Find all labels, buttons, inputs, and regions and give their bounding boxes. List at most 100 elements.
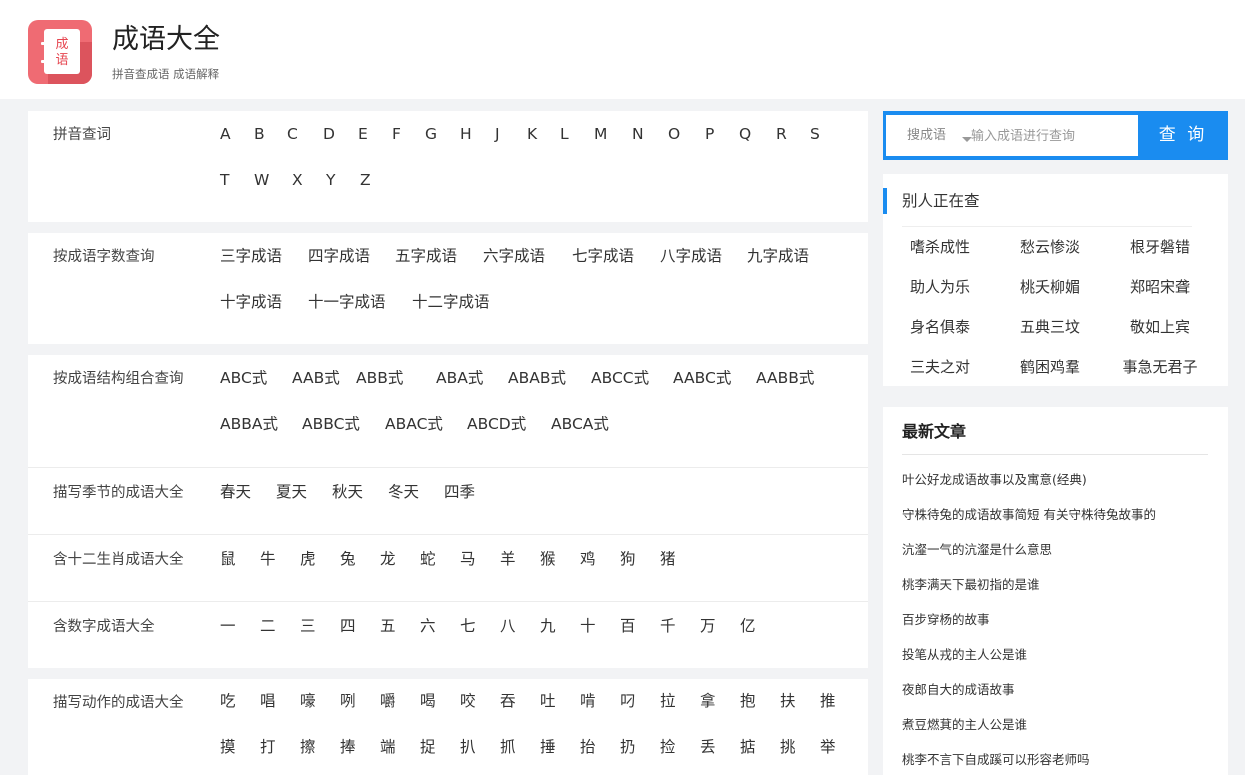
pinyin-link[interactable]: W bbox=[254, 169, 269, 191]
structure-link[interactable]: ABCA式 bbox=[551, 413, 609, 435]
action-link[interactable]: 咧 bbox=[340, 690, 356, 712]
structure-link[interactable]: ABCD式 bbox=[467, 413, 526, 435]
hot-idiom-link[interactable]: 助人为乐 bbox=[885, 276, 995, 298]
hot-idiom-link[interactable]: 鹤困鸡羣 bbox=[995, 356, 1105, 378]
action-link[interactable]: 嚼 bbox=[380, 690, 396, 712]
action-link[interactable]: 丢 bbox=[700, 736, 716, 758]
search-button[interactable]: 查 询 bbox=[1138, 115, 1228, 156]
article-link[interactable]: 夜郎自大的成语故事 bbox=[902, 681, 1212, 699]
action-link[interactable]: 嚎 bbox=[300, 690, 316, 712]
site-logo[interactable]: 成 语 bbox=[28, 20, 92, 84]
count-link[interactable]: 十二字成语 bbox=[412, 291, 490, 313]
action-link[interactable]: 吞 bbox=[500, 690, 516, 712]
hot-idiom-link[interactable]: 愁云惨淡 bbox=[995, 236, 1105, 258]
zodiac-link[interactable]: 狗 bbox=[620, 548, 636, 570]
pinyin-link[interactable]: K bbox=[527, 123, 537, 145]
action-link[interactable]: 打 bbox=[260, 736, 276, 758]
article-link[interactable]: 桃李不言下自成蹊可以形容老师吗 bbox=[902, 751, 1212, 769]
action-link[interactable]: 吐 bbox=[540, 690, 556, 712]
hot-idiom-link[interactable]: 身名俱泰 bbox=[885, 316, 995, 338]
structure-link[interactable]: ABAC式 bbox=[385, 413, 443, 435]
pinyin-link[interactable]: X bbox=[292, 169, 303, 191]
number-link[interactable]: 五 bbox=[380, 615, 396, 637]
pinyin-link[interactable]: E bbox=[358, 123, 368, 145]
action-link[interactable]: 扶 bbox=[780, 690, 796, 712]
site-title[interactable]: 成语大全 bbox=[112, 22, 220, 58]
zodiac-link[interactable]: 兔 bbox=[340, 548, 356, 570]
zodiac-link[interactable]: 马 bbox=[460, 548, 476, 570]
zodiac-link[interactable]: 猪 bbox=[660, 548, 676, 570]
action-link[interactable]: 端 bbox=[380, 736, 396, 758]
number-link[interactable]: 四 bbox=[340, 615, 356, 637]
action-link[interactable]: 抬 bbox=[580, 736, 596, 758]
action-link[interactable]: 捶 bbox=[540, 736, 556, 758]
action-link[interactable]: 捉 bbox=[420, 736, 436, 758]
zodiac-link[interactable]: 龙 bbox=[380, 548, 396, 570]
action-link[interactable]: 捡 bbox=[660, 736, 676, 758]
pinyin-link[interactable]: F bbox=[392, 123, 401, 145]
number-link[interactable]: 十 bbox=[580, 615, 596, 637]
number-link[interactable]: 千 bbox=[660, 615, 676, 637]
count-link[interactable]: 四字成语 bbox=[308, 245, 370, 267]
structure-link[interactable]: ABA式 bbox=[436, 367, 483, 389]
article-link[interactable]: 守株待兔的成语故事简短 有关守株待兔故事的 bbox=[902, 506, 1212, 524]
count-link[interactable]: 六字成语 bbox=[483, 245, 545, 267]
number-link[interactable]: 一 bbox=[220, 615, 236, 637]
zodiac-link[interactable]: 虎 bbox=[300, 548, 316, 570]
article-link[interactable]: 叶公好龙成语故事以及寓意(经典) bbox=[902, 471, 1212, 489]
structure-link[interactable]: AABB式 bbox=[756, 367, 814, 389]
number-link[interactable]: 七 bbox=[460, 615, 476, 637]
search-type-select[interactable]: 搜成语 bbox=[907, 127, 946, 144]
zodiac-link[interactable]: 猴 bbox=[540, 548, 556, 570]
number-link[interactable]: 百 bbox=[620, 615, 636, 637]
action-link[interactable]: 摸 bbox=[220, 736, 236, 758]
season-link[interactable]: 四季 bbox=[444, 481, 475, 503]
search-input[interactable] bbox=[971, 124, 1131, 148]
pinyin-link[interactable]: D bbox=[323, 123, 335, 145]
action-link[interactable]: 扒 bbox=[460, 736, 476, 758]
action-link[interactable]: 唱 bbox=[260, 690, 276, 712]
pinyin-link[interactable]: P bbox=[705, 123, 714, 145]
zodiac-link[interactable]: 蛇 bbox=[420, 548, 436, 570]
number-link[interactable]: 八 bbox=[500, 615, 516, 637]
article-link[interactable]: 百步穿杨的故事 bbox=[902, 611, 1212, 629]
structure-link[interactable]: ABBC式 bbox=[302, 413, 360, 435]
pinyin-link[interactable]: M bbox=[594, 123, 607, 145]
article-link[interactable]: 沆瀣一气的沆瀣是什么意思 bbox=[902, 541, 1212, 559]
action-link[interactable]: 拉 bbox=[660, 690, 676, 712]
structure-link[interactable]: ABC式 bbox=[220, 367, 267, 389]
pinyin-link[interactable]: N bbox=[632, 123, 644, 145]
article-link[interactable]: 煮豆燃萁的主人公是谁 bbox=[902, 716, 1212, 734]
count-link[interactable]: 十字成语 bbox=[220, 291, 282, 313]
zodiac-link[interactable]: 牛 bbox=[260, 548, 276, 570]
number-link[interactable]: 二 bbox=[260, 615, 276, 637]
count-link[interactable]: 八字成语 bbox=[660, 245, 722, 267]
structure-link[interactable]: ABAB式 bbox=[508, 367, 566, 389]
action-link[interactable]: 挑 bbox=[780, 736, 796, 758]
action-link[interactable]: 捧 bbox=[340, 736, 356, 758]
hot-idiom-link[interactable]: 五典三坟 bbox=[995, 316, 1105, 338]
zodiac-link[interactable]: 鼠 bbox=[220, 548, 236, 570]
pinyin-link[interactable]: H bbox=[460, 123, 472, 145]
pinyin-link[interactable]: C bbox=[287, 123, 298, 145]
pinyin-link[interactable]: G bbox=[425, 123, 437, 145]
number-link[interactable]: 六 bbox=[420, 615, 436, 637]
hot-idiom-link[interactable]: 敬如上宾 bbox=[1105, 316, 1215, 338]
action-link[interactable]: 啃 bbox=[580, 690, 596, 712]
pinyin-link[interactable]: O bbox=[668, 123, 680, 145]
hot-idiom-link[interactable]: 嗜杀成性 bbox=[885, 236, 995, 258]
structure-link[interactable]: AABC式 bbox=[673, 367, 731, 389]
pinyin-link[interactable]: S bbox=[810, 123, 820, 145]
action-link[interactable]: 喝 bbox=[420, 690, 436, 712]
zodiac-link[interactable]: 羊 bbox=[500, 548, 516, 570]
count-link[interactable]: 九字成语 bbox=[747, 245, 809, 267]
number-link[interactable]: 九 bbox=[540, 615, 556, 637]
structure-link[interactable]: AAB式 bbox=[292, 367, 340, 389]
hot-idiom-link[interactable]: 桃夭柳媚 bbox=[995, 276, 1105, 298]
pinyin-link[interactable]: R bbox=[776, 123, 787, 145]
pinyin-link[interactable]: Y bbox=[326, 169, 335, 191]
action-link[interactable]: 举 bbox=[820, 736, 836, 758]
number-link[interactable]: 三 bbox=[300, 615, 316, 637]
zodiac-link[interactable]: 鸡 bbox=[580, 548, 596, 570]
pinyin-link[interactable]: Q bbox=[739, 123, 751, 145]
